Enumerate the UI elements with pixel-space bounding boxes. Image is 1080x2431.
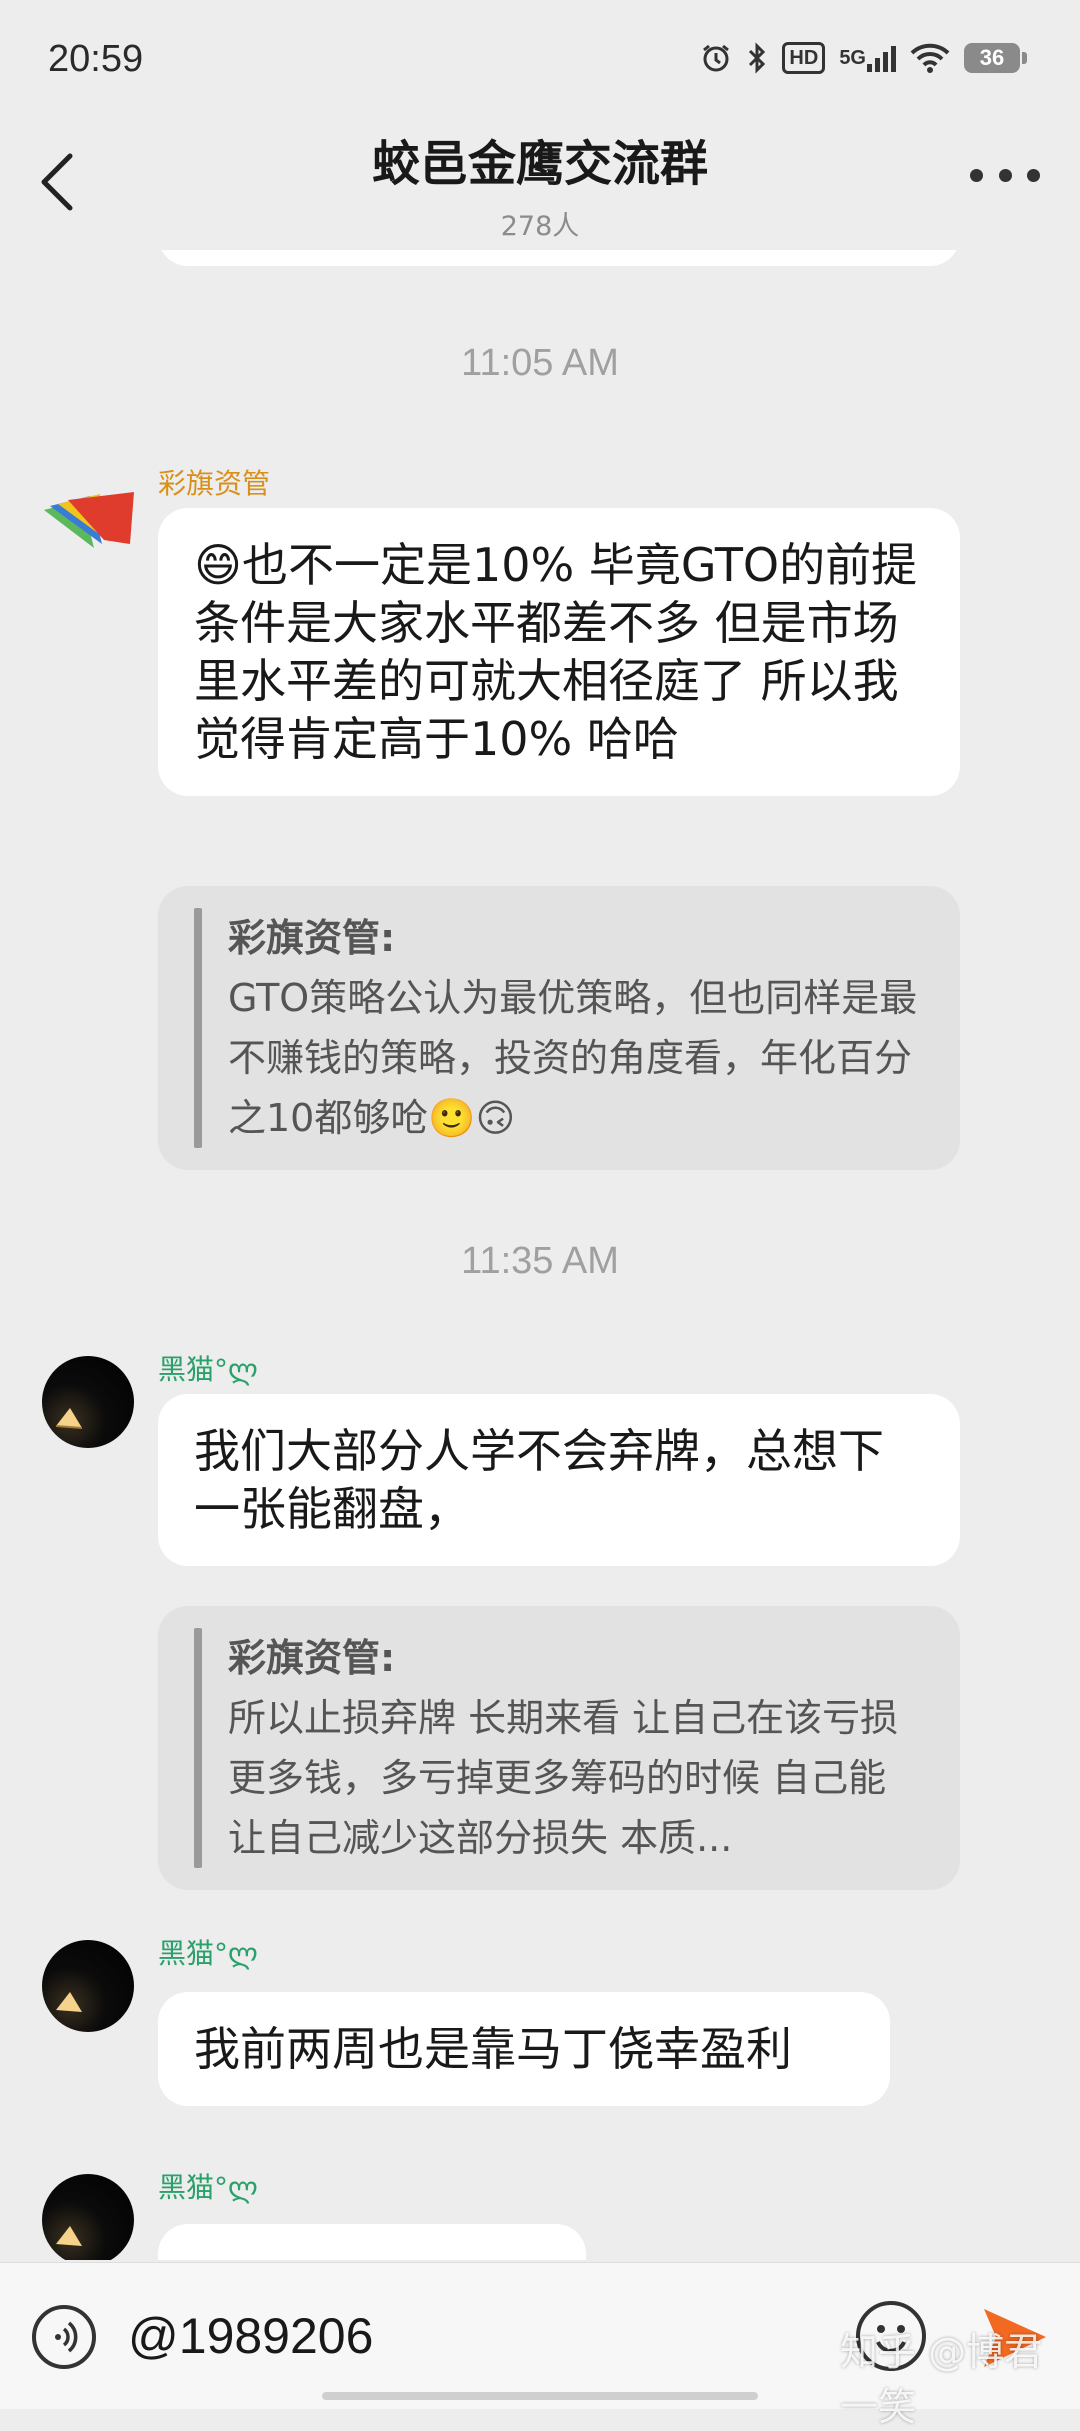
wifi-icon: [910, 43, 950, 73]
voice-button[interactable]: [32, 2305, 96, 2369]
bluetooth-icon: [746, 42, 768, 74]
colored-flags-avatar: [44, 492, 134, 548]
timestamp: 11:35 AM: [461, 1240, 619, 1282]
message-input[interactable]: @1989206: [128, 2307, 373, 2365]
status-bar: 20:59 HD 5G 36: [0, 0, 1080, 120]
quote-text: GTO策略公认为最优策略，但也同样是最不赚钱的策略，投资的角度看，年化百分之10…: [228, 976, 918, 1140]
watermark: 知乎 @博君一笑: [840, 2330, 1043, 2429]
more-dot: [970, 168, 983, 182]
quote-text: 所以止损弃牌 长期来看 让自己在该亏损更多钱，多亏掉更多筹码的时候 自己能让自己…: [228, 1696, 899, 1860]
avatar[interactable]: [42, 2174, 134, 2260]
chat-header: 蛟邑金鹰交流群 278人: [0, 110, 1080, 250]
sender-name[interactable]: 黑猫°ლ: [158, 1932, 258, 1972]
quoted-message[interactable]: 彩旗资管: GTO策略公认为最优策略，但也同样是最不赚钱的策略，投资的角度看，年…: [158, 886, 960, 1170]
home-indicator: [322, 2392, 758, 2400]
message-bubble[interactable]: 我们大部分人学不会弃牌，总想下一张能翻盘，: [158, 1394, 960, 1566]
status-time: 20:59: [48, 38, 144, 80]
message-bubble[interactable]: 😄也不一定是10% 毕竟GTO的前提条件是大家水平都差不多 但是市场里水平差的可…: [158, 508, 960, 796]
signal-icon: 5G: [839, 44, 896, 72]
message-bubble-partial[interactable]: [158, 2224, 586, 2260]
member-count: 278人: [500, 211, 580, 242]
input-bar: @1989206 知乎 @博君一笑: [0, 2262, 1080, 2429]
night-tent-avatar: [55, 1408, 83, 1429]
group-title: 蛟邑金鹰交流群: [371, 136, 708, 192]
network-type: 5G: [839, 46, 866, 69]
battery-icon: 36: [964, 43, 1027, 73]
night-tent-avatar: [56, 2226, 82, 2246]
voice-icon: [55, 2321, 78, 2353]
sender-name[interactable]: 黑猫°ლ: [158, 2166, 258, 2206]
message-bubble-partial: [158, 250, 960, 266]
chat-area[interactable]: 11:05 AM 彩旗资管 😄也不一定是10% 毕竟GTO的前提条件是大家水平都…: [0, 250, 1080, 2260]
alarm-icon: [700, 42, 732, 74]
quote-author: 彩旗资管:: [228, 916, 396, 960]
avatar[interactable]: [42, 470, 134, 562]
avatar[interactable]: [42, 1356, 134, 1448]
more-dot: [1027, 168, 1040, 182]
more-dot: [998, 168, 1012, 182]
sender-name[interactable]: 彩旗资管: [158, 462, 270, 502]
avatar[interactable]: [42, 1940, 134, 2032]
quoted-message[interactable]: 彩旗资管: 所以止损弃牌 长期来看 让自己在该亏损更多钱，多亏掉更多筹码的时候 …: [158, 1606, 960, 1890]
night-tent-avatar: [56, 1992, 82, 2012]
message-bubble[interactable]: 我前两周也是靠马丁侥幸盈利: [158, 1992, 890, 2106]
more-button[interactable]: [970, 160, 1040, 190]
sender-name[interactable]: 黑猫°ლ: [158, 1348, 258, 1388]
status-icons: HD 5G 36: [700, 42, 1027, 74]
hd-icon: HD: [782, 42, 826, 74]
quote-author: 彩旗资管:: [228, 1636, 396, 1680]
timestamp: 11:05 AM: [461, 342, 619, 384]
